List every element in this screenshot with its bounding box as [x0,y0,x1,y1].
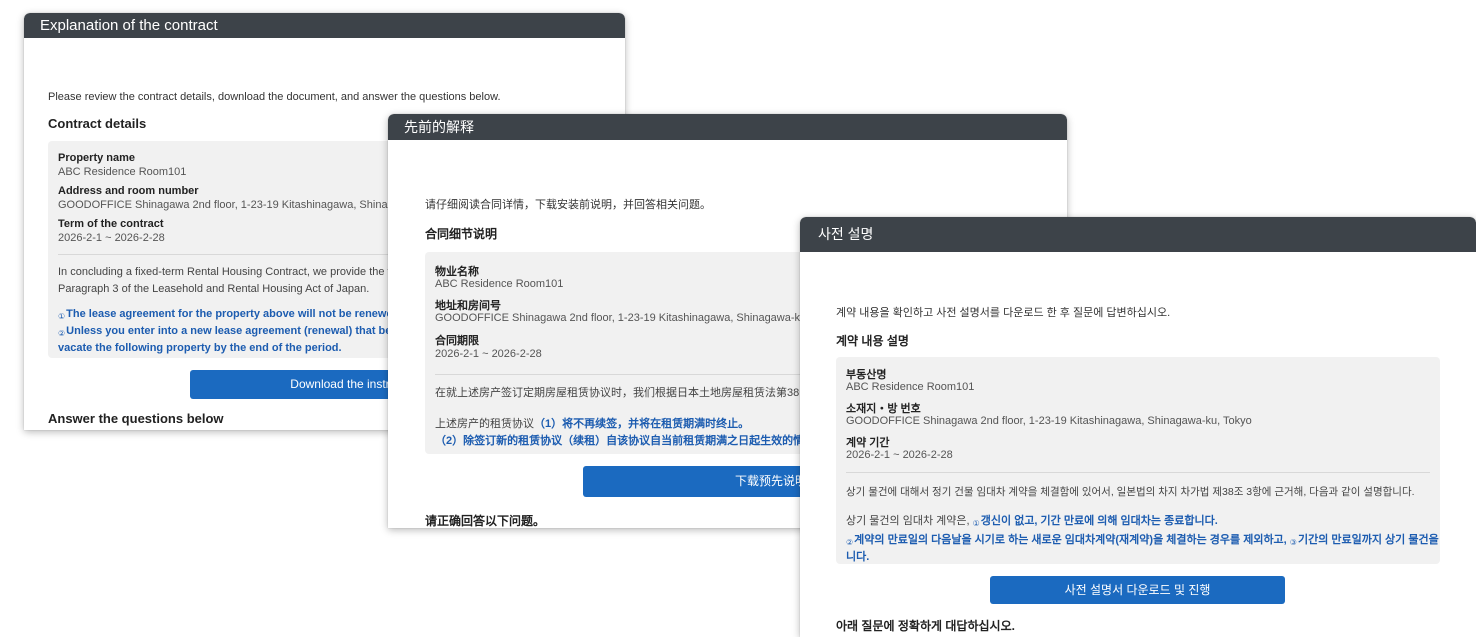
term-label: Term of the contract [58,218,164,230]
contract-details-heading: 계약 내용 설명 [836,334,909,348]
property-name-label: 物业名称 [435,266,479,278]
answer-questions-heading: 아래 질문에 정확하게 대답하십시오. [836,619,1015,633]
intro-text: Please review the contract details, down… [48,91,501,103]
property-name-value: ABC Residence Room101 [846,381,975,393]
condition-list: 上述房产的租赁协议（1）将不再续签，并将在租赁期满时终止。 （2）除签订新的租赁… [435,414,860,450]
property-name-value: ABC Residence Room101 [435,278,564,290]
condition-2: 계약의 만료일의 다음날을 시기로 하는 새로운 임대차계약(재계약)을 체결하… [854,534,1290,547]
term-label: 合同期限 [435,335,479,347]
condition-2: （2）除签订新的租赁协议（续租）自该协议自当前租赁期满之日起生效的情况外，（3） [435,435,860,448]
panel-title: Explanation of the contract [40,17,218,34]
condition-list: 상기 물건의 임대차 계약은, ①갱신이 없고, 기간 만료에 의해 임대차는 … [846,511,1440,564]
address-value: GOODOFFICE Shinagawa 2nd floor, 1-23-19 … [435,312,835,324]
answer-questions-heading: 请正确回答以下问题。 [425,514,546,528]
intro-text: 请仔细阅读合同详情，下载安装前说明，并回答相关问题。 [425,199,711,211]
property-name-label: 부동산명 [846,369,887,381]
address-label: Address and room number [58,185,199,197]
answer-questions-heading: Answer the questions below [48,411,224,426]
address-value: GOODOFFICE Shinagawa 2nd floor, 1-23-19 … [846,415,1252,427]
circled-number-1: ① [972,519,980,528]
circled-number-3: ③ [1289,538,1297,548]
panel-header: 先前的解释 [388,114,1067,140]
contract-details-heading: Contract details [48,116,147,131]
term-value: 2026-2-1 ~ 2026-2-28 [846,449,953,461]
term-value: 2026-2-1 ~ 2026-2-28 [435,348,542,360]
term-label: 계약 기간 [846,437,890,449]
condition-3: 기간의 만료일까지 상기 물건을 세거야 합 [1297,534,1440,547]
condition-3-continued: 니다. [846,551,870,564]
address-label: 地址和房间号 [435,300,501,312]
divider [846,472,1430,473]
circled-number-1: ① [58,312,66,321]
property-name-label: Property name [58,152,136,164]
explanation-line-1: 상기 물건에 대해서 정기 건물 임대차 계약을 체결함에 있어서, 일본법의 … [846,486,1415,498]
contract-details-box: 부동산명 ABC Residence Room101 소재지・방 번호 GOOD… [836,357,1440,564]
download-button-label: 사전 설명서 다운로드 및 진행 [1064,583,1211,597]
panel-title: 사전 설명 [818,226,874,242]
term-value: 2026-2-1 ~ 2026-2-28 [58,232,165,244]
panel-header: 사전 설명 [800,217,1476,252]
address-label: 소재지・방 번호 [846,403,921,415]
condition-prefix: 上述房产的租赁协议 [435,418,534,430]
panel-header: Explanation of the contract [24,13,625,38]
condition-prefix: 상기 물건의 임대차 계약은, [846,515,973,527]
intro-text: 계약 내용을 확인하고 사전 설명서를 다운로드 한 후 질문에 답변하십시오. [836,307,1171,319]
contract-details-heading: 合同细节说明 [425,227,498,241]
panel-title: 先前的解释 [404,119,474,135]
download-instructions-button[interactable]: 사전 설명서 다운로드 및 진행 [990,576,1285,604]
condition-1: （1）将不再续签，并将在租赁期满时终止。 [534,418,750,430]
contract-panel-korean: 사전 설명 계약 내용을 확인하고 사전 설명서를 다운로드 한 후 질문에 답… [800,217,1476,637]
circled-number-2: ② [58,329,66,338]
circled-number-2: ② [846,538,854,548]
condition-3: vacate the following property by the end… [58,342,342,354]
explanation-line-1: 在就上述房产签订定期房屋租赁协议时，我们根据日本土地房屋租赁法第38条第3款的规 [435,387,861,399]
property-name-value: ABC Residence Room101 [58,166,187,178]
condition-1: 갱신이 없고, 기간 만료에 의해 임대차는 종료합니다. [980,515,1218,527]
